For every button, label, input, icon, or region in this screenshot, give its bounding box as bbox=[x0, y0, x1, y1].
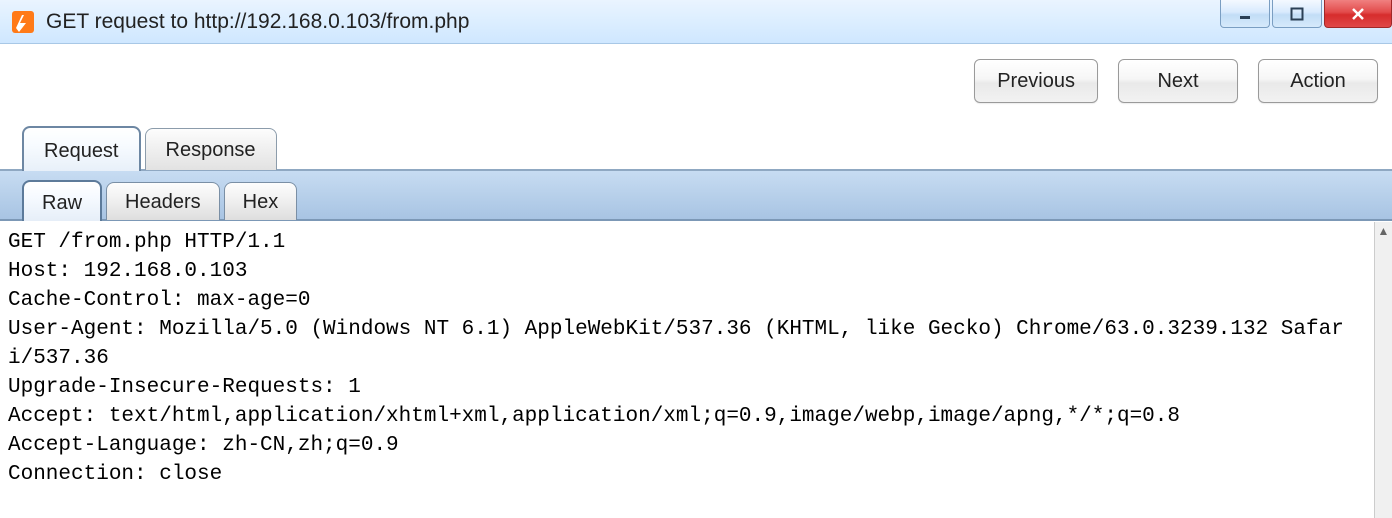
close-button[interactable] bbox=[1324, 0, 1392, 28]
previous-button[interactable]: Previous bbox=[974, 59, 1098, 103]
minimize-button[interactable] bbox=[1220, 0, 1270, 28]
vertical-scrollbar[interactable]: ▲ bbox=[1374, 222, 1392, 518]
subtab-raw[interactable]: Raw bbox=[22, 180, 102, 221]
close-icon bbox=[1350, 6, 1366, 22]
main-tabs: Request Response bbox=[0, 121, 1392, 171]
app-icon bbox=[10, 9, 36, 35]
toolbar: Previous Next Action bbox=[0, 44, 1392, 109]
next-button[interactable]: Next bbox=[1118, 59, 1238, 103]
window-title: GET request to http://192.168.0.103/from… bbox=[46, 10, 469, 34]
maximize-button[interactable] bbox=[1272, 0, 1322, 28]
minimize-icon bbox=[1238, 7, 1252, 21]
raw-request-editor[interactable]: GET /from.php HTTP/1.1 Host: 192.168.0.1… bbox=[0, 222, 1374, 518]
action-button[interactable]: Action bbox=[1258, 59, 1378, 103]
view-tabs: Raw Headers Hex bbox=[0, 171, 1392, 221]
maximize-icon bbox=[1290, 7, 1304, 21]
subtab-headers[interactable]: Headers bbox=[106, 182, 220, 220]
window-controls bbox=[1218, 0, 1392, 30]
titlebar: GET request to http://192.168.0.103/from… bbox=[0, 0, 1392, 44]
tab-response[interactable]: Response bbox=[145, 128, 277, 170]
burp-repeater-window: GET request to http://192.168.0.103/from… bbox=[0, 0, 1392, 518]
content-pane: GET /from.php HTTP/1.1 Host: 192.168.0.1… bbox=[0, 221, 1392, 518]
scroll-up-arrow[interactable]: ▲ bbox=[1375, 222, 1392, 240]
tab-request[interactable]: Request bbox=[22, 126, 141, 171]
subtab-hex[interactable]: Hex bbox=[224, 182, 298, 220]
